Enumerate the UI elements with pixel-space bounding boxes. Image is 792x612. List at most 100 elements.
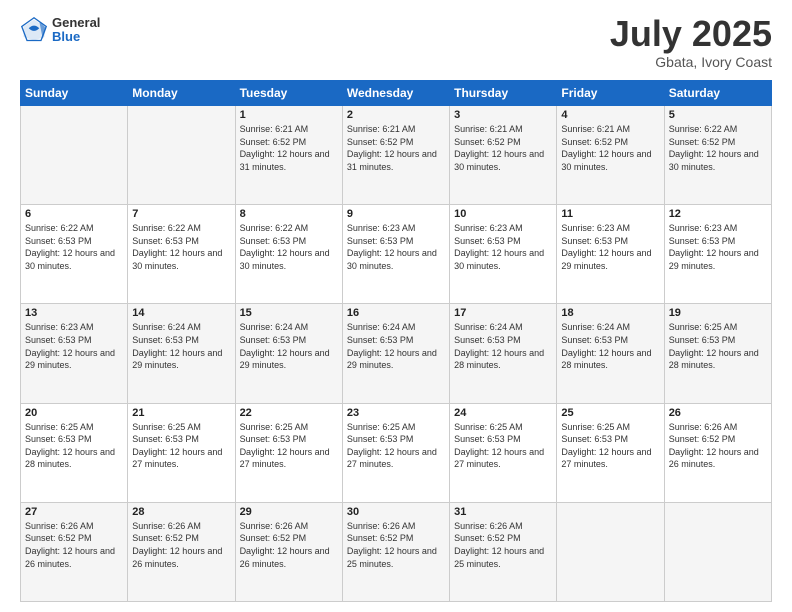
day-info: Sunrise: 6:23 AMSunset: 6:53 PMDaylight:…	[561, 222, 659, 272]
day-number: 8	[240, 208, 338, 220]
day-number: 9	[347, 208, 445, 220]
day-info: Sunrise: 6:21 AMSunset: 6:52 PMDaylight:…	[240, 123, 338, 173]
calendar-cell: 24 Sunrise: 6:25 AMSunset: 6:53 PMDayligh…	[450, 403, 557, 502]
day-number: 20	[25, 407, 123, 419]
calendar-cell: 10 Sunrise: 6:23 AMSunset: 6:53 PMDayligh…	[450, 205, 557, 304]
calendar-cell: 2 Sunrise: 6:21 AMSunset: 6:52 PMDaylight…	[342, 106, 449, 205]
day-info: Sunrise: 6:24 AMSunset: 6:53 PMDaylight:…	[561, 321, 659, 371]
calendar-page: General Blue July 2025 Gbata, Ivory Coas…	[0, 0, 792, 612]
col-thursday: Thursday	[450, 81, 557, 106]
calendar-cell: 5Sunrise: 6:22 AMSunset: 6:52 PMDaylight…	[664, 106, 771, 205]
calendar-cell	[664, 502, 771, 601]
calendar-cell: 9 Sunrise: 6:23 AMSunset: 6:53 PMDaylight…	[342, 205, 449, 304]
calendar-week-1: 1Sunrise: 6:21 AMSunset: 6:52 PMDaylight…	[21, 106, 772, 205]
calendar-cell: 13Sunrise: 6:23 AMSunset: 6:53 PMDayligh…	[21, 304, 128, 403]
day-number: 15	[240, 307, 338, 319]
day-info: Sunrise: 6:22 AMSunset: 6:53 PMDaylight:…	[25, 222, 123, 272]
day-number: 29	[240, 506, 338, 518]
day-number: 17	[454, 307, 552, 319]
day-info: Sunrise: 6:21 AMSunset: 6:52 PMDaylight:…	[454, 123, 552, 173]
logo-text: General Blue	[52, 16, 100, 45]
logo: General Blue	[20, 16, 100, 45]
day-number: 26	[669, 407, 767, 419]
day-number: 25	[561, 407, 659, 419]
calendar-cell: 11 Sunrise: 6:23 AMSunset: 6:53 PMDayligh…	[557, 205, 664, 304]
day-number: 10	[454, 208, 552, 220]
day-info: Sunrise: 6:25 AMSunset: 6:53 PMDaylight:…	[561, 421, 659, 471]
day-number: 27	[25, 506, 123, 518]
calendar-cell: 8Sunrise: 6:22 AMSunset: 6:53 PMDaylight…	[235, 205, 342, 304]
day-info: Sunrise: 6:21 AMSunset: 6:52 PMDaylight:…	[347, 123, 445, 173]
day-info: Sunrise: 6:23 AMSunset: 6:53 PMDaylight:…	[25, 321, 123, 371]
day-info: Sunrise: 6:23 AMSunset: 6:53 PMDaylight:…	[347, 222, 445, 272]
day-info: Sunrise: 6:22 AMSunset: 6:52 PMDaylight:…	[669, 123, 767, 173]
calendar-cell: 7 Sunrise: 6:22 AMSunset: 6:53 PMDaylight…	[128, 205, 235, 304]
calendar-cell: 26 Sunrise: 6:26 AMSunset: 6:52 PMDayligh…	[664, 403, 771, 502]
day-number: 30	[347, 506, 445, 518]
calendar-cell: 25 Sunrise: 6:25 AMSunset: 6:53 PMDayligh…	[557, 403, 664, 502]
day-number: 31	[454, 506, 552, 518]
day-info: Sunrise: 6:25 AMSunset: 6:53 PMDaylight:…	[454, 421, 552, 471]
calendar-week-5: 27 Sunrise: 6:26 AMSunset: 6:52 PMDayligh…	[21, 502, 772, 601]
location: Gbata, Ivory Coast	[610, 54, 772, 70]
day-info: Sunrise: 6:22 AMSunset: 6:53 PMDaylight:…	[132, 222, 230, 272]
day-info: Sunrise: 6:25 AMSunset: 6:53 PMDaylight:…	[240, 421, 338, 471]
day-number: 19	[669, 307, 767, 319]
header-row: Sunday Monday Tuesday Wednesday Thursday…	[21, 81, 772, 106]
calendar-cell: 4 Sunrise: 6:21 AMSunset: 6:52 PMDaylight…	[557, 106, 664, 205]
col-friday: Friday	[557, 81, 664, 106]
day-info: Sunrise: 6:24 AMSunset: 6:53 PMDaylight:…	[454, 321, 552, 371]
title-block: July 2025 Gbata, Ivory Coast	[610, 16, 772, 70]
day-number: 2	[347, 109, 445, 121]
calendar-cell	[557, 502, 664, 601]
calendar-cell: 28Sunrise: 6:26 AMSunset: 6:52 PMDayligh…	[128, 502, 235, 601]
day-number: 22	[240, 407, 338, 419]
calendar-cell: 30 Sunrise: 6:26 AMSunset: 6:52 PMDayligh…	[342, 502, 449, 601]
day-info: Sunrise: 6:26 AMSunset: 6:52 PMDaylight:…	[240, 520, 338, 570]
col-tuesday: Tuesday	[235, 81, 342, 106]
calendar-cell: 18 Sunrise: 6:24 AMSunset: 6:53 PMDayligh…	[557, 304, 664, 403]
logo-blue: Blue	[52, 30, 100, 44]
day-number: 28	[132, 506, 230, 518]
day-info: Sunrise: 6:25 AMSunset: 6:53 PMDaylight:…	[25, 421, 123, 471]
col-monday: Monday	[128, 81, 235, 106]
calendar-cell: 15 Sunrise: 6:24 AMSunset: 6:53 PMDayligh…	[235, 304, 342, 403]
calendar-cell: 14Sunrise: 6:24 AMSunset: 6:53 PMDayligh…	[128, 304, 235, 403]
day-info: Sunrise: 6:26 AMSunset: 6:52 PMDaylight:…	[347, 520, 445, 570]
col-wednesday: Wednesday	[342, 81, 449, 106]
day-number: 18	[561, 307, 659, 319]
calendar-cell: 23Sunrise: 6:25 AMSunset: 6:53 PMDayligh…	[342, 403, 449, 502]
header: General Blue July 2025 Gbata, Ivory Coas…	[20, 16, 772, 70]
logo-icon	[20, 16, 48, 44]
calendar-table: Sunday Monday Tuesday Wednesday Thursday…	[20, 80, 772, 602]
col-saturday: Saturday	[664, 81, 771, 106]
day-info: Sunrise: 6:21 AMSunset: 6:52 PMDaylight:…	[561, 123, 659, 173]
day-number: 7	[132, 208, 230, 220]
day-number: 16	[347, 307, 445, 319]
day-number: 3	[454, 109, 552, 121]
calendar-cell: 19Sunrise: 6:25 AMSunset: 6:53 PMDayligh…	[664, 304, 771, 403]
calendar-cell: 27 Sunrise: 6:26 AMSunset: 6:52 PMDayligh…	[21, 502, 128, 601]
day-info: Sunrise: 6:23 AMSunset: 6:53 PMDaylight:…	[454, 222, 552, 272]
day-number: 14	[132, 307, 230, 319]
day-number: 4	[561, 109, 659, 121]
col-sunday: Sunday	[21, 81, 128, 106]
day-number: 11	[561, 208, 659, 220]
day-number: 6	[25, 208, 123, 220]
day-info: Sunrise: 6:23 AMSunset: 6:53 PMDaylight:…	[669, 222, 767, 272]
day-info: Sunrise: 6:24 AMSunset: 6:53 PMDaylight:…	[240, 321, 338, 371]
calendar-cell: 3 Sunrise: 6:21 AMSunset: 6:52 PMDaylight…	[450, 106, 557, 205]
month-title: July 2025	[610, 16, 772, 52]
calendar-cell	[21, 106, 128, 205]
calendar-cell: 16Sunrise: 6:24 AMSunset: 6:53 PMDayligh…	[342, 304, 449, 403]
day-info: Sunrise: 6:26 AMSunset: 6:52 PMDaylight:…	[25, 520, 123, 570]
calendar-body: 1Sunrise: 6:21 AMSunset: 6:52 PMDaylight…	[21, 106, 772, 602]
calendar-week-4: 20 Sunrise: 6:25 AMSunset: 6:53 PMDayligh…	[21, 403, 772, 502]
calendar-cell: 6 Sunrise: 6:22 AMSunset: 6:53 PMDaylight…	[21, 205, 128, 304]
calendar-cell: 21Sunrise: 6:25 AMSunset: 6:53 PMDayligh…	[128, 403, 235, 502]
day-info: Sunrise: 6:26 AMSunset: 6:52 PMDaylight:…	[669, 421, 767, 471]
calendar-week-3: 13Sunrise: 6:23 AMSunset: 6:53 PMDayligh…	[21, 304, 772, 403]
day-number: 24	[454, 407, 552, 419]
calendar-cell: 17 Sunrise: 6:24 AMSunset: 6:53 PMDayligh…	[450, 304, 557, 403]
logo-general: General	[52, 16, 100, 30]
